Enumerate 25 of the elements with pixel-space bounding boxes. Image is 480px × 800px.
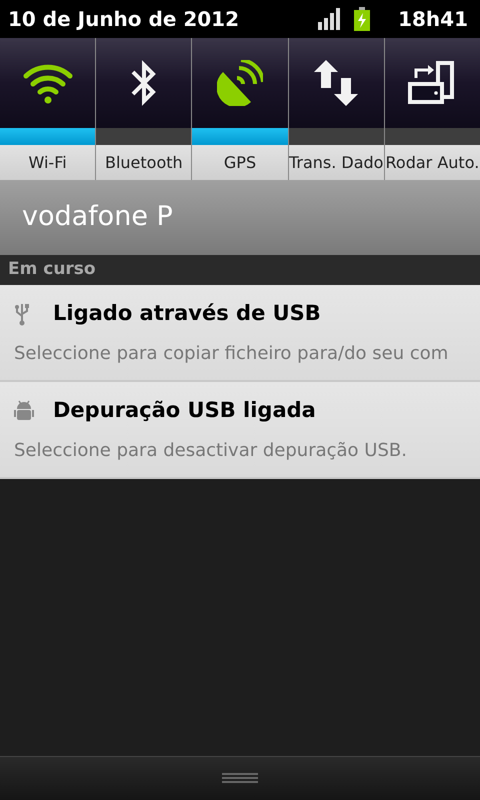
- screen-rotate-icon: [408, 60, 456, 106]
- drag-handle-icon[interactable]: [222, 773, 258, 784]
- battery-charging-icon: [354, 7, 370, 31]
- section-header: Em curso: [8, 258, 96, 282]
- carrier-name: vodafone P: [22, 200, 173, 234]
- toggle-label: Trans. Dado: [288, 152, 384, 174]
- satellite-dish-icon: [217, 60, 263, 106]
- toggle-label: Rodar Auto.: [386, 152, 480, 174]
- toggle-label: Bluetooth: [104, 152, 183, 174]
- notification-item[interactable]: Depuração USB ligada Seleccione para desactivar depuração USB.: [0, 382, 480, 479]
- toggle-label: Wi-Fi: [28, 152, 67, 174]
- wifi-icon: [22, 62, 73, 104]
- notification-title: Ligado através de USB: [53, 300, 321, 328]
- notification-item[interactable]: Ligado através de USB Seleccione para copiar ficheiro para/do seu com: [0, 285, 480, 382]
- status-date: 10 de Junho de 2012: [8, 6, 240, 33]
- notification-text: Seleccione para copiar ficheiro para/do seu com: [14, 342, 450, 366]
- usb-icon: [14, 302, 30, 326]
- signal-icon: [318, 8, 342, 30]
- android-icon: [14, 400, 34, 422]
- status-time: 18h41: [398, 6, 468, 33]
- up-down-arrows-icon: [313, 60, 360, 106]
- notification-text: Seleccione para desactivar depuração USB.: [14, 438, 408, 463]
- toggle-label: GPS: [224, 152, 256, 174]
- notification-title: Depuração USB ligada: [53, 397, 316, 424]
- bottom-handle-bar[interactable]: [0, 756, 480, 800]
